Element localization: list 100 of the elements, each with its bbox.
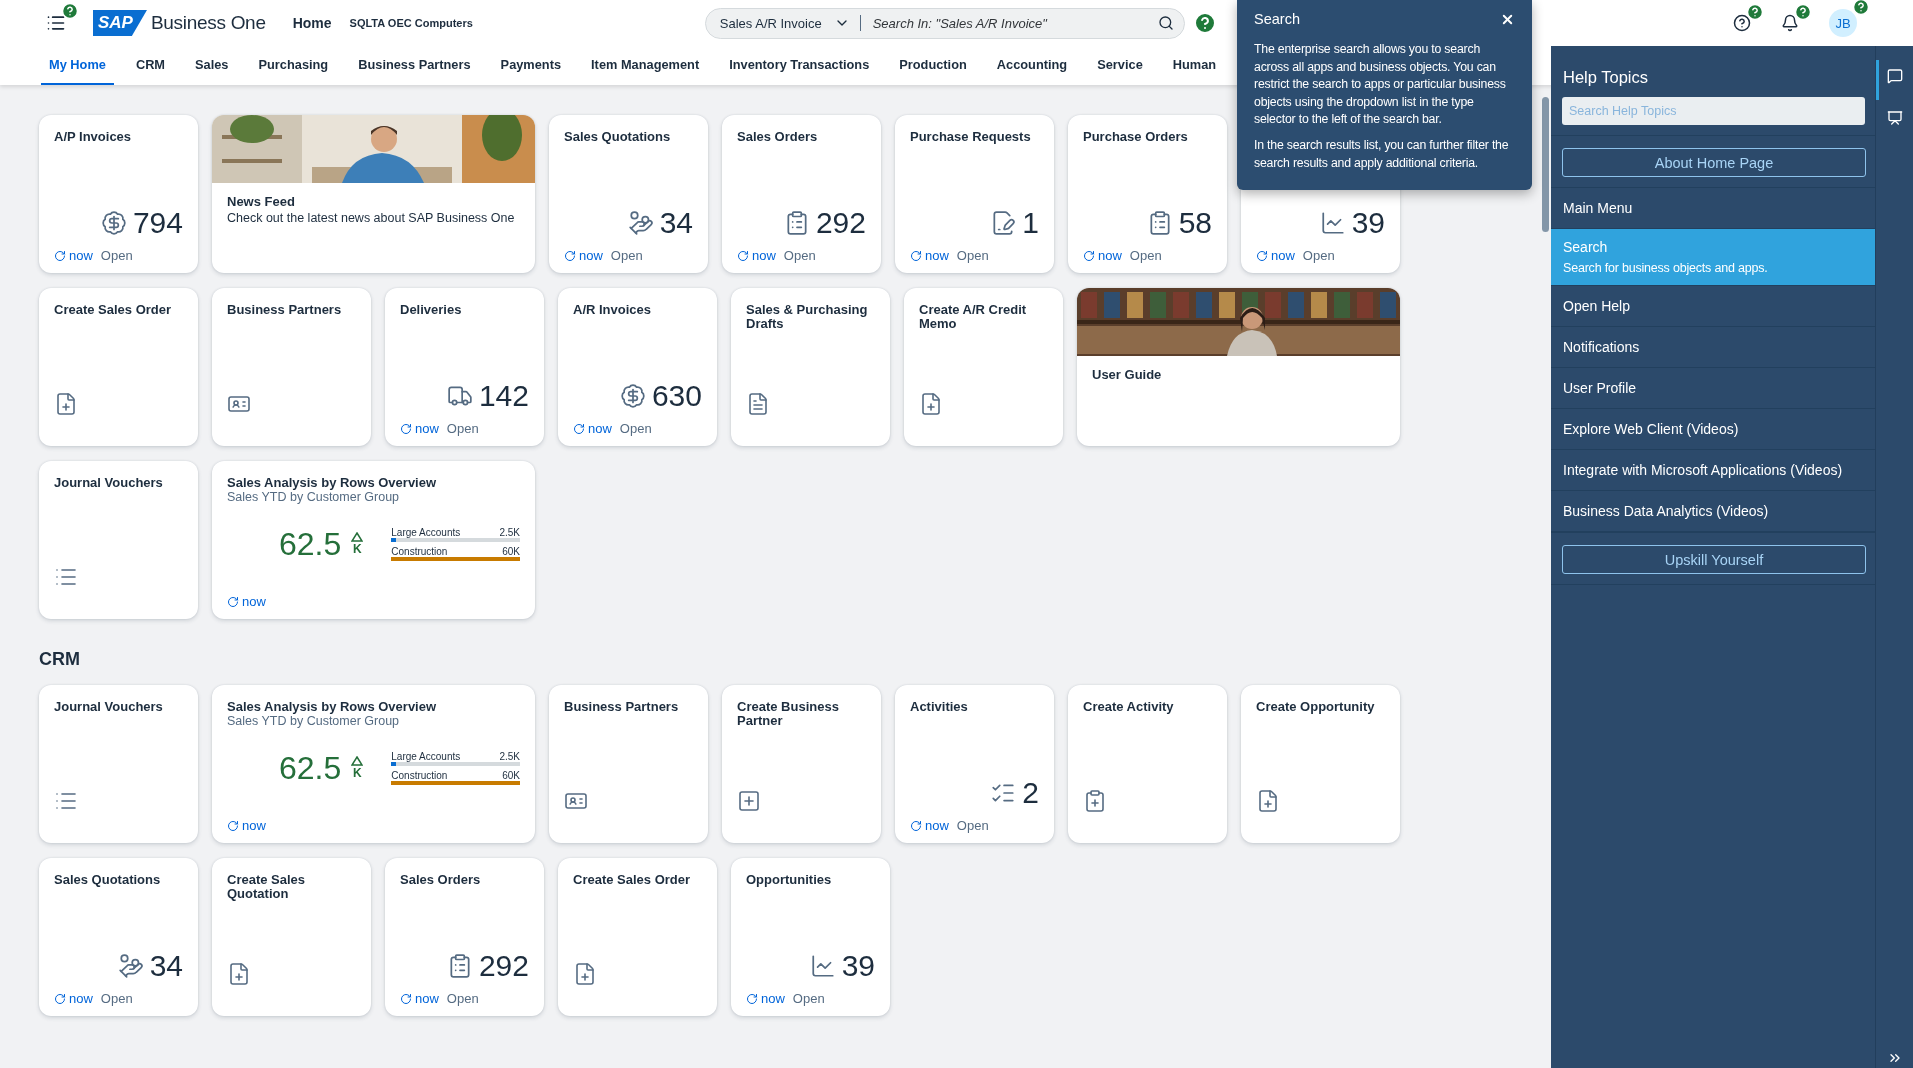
help-topic[interactable]: Open Help bbox=[1551, 286, 1875, 327]
refresh-time: now bbox=[925, 248, 949, 263]
tile-title: Create Activity bbox=[1083, 700, 1175, 714]
kpi-unit: K bbox=[352, 766, 362, 781]
help-topic[interactable]: Explore Web Client (Videos) bbox=[1551, 409, 1875, 450]
page-title: Home bbox=[292, 15, 332, 31]
help-topic[interactable]: Notifications bbox=[1551, 327, 1875, 368]
refresh-time: now bbox=[69, 248, 93, 263]
nav-tab[interactable]: My Home bbox=[41, 46, 114, 85]
tile-title: Sales Quotations bbox=[564, 130, 672, 144]
kpi-tile[interactable]: Opportunities 39 now Open bbox=[731, 858, 890, 1016]
panel-title: Help Topics bbox=[1562, 67, 1649, 88]
tile-title: Sales Orders bbox=[400, 873, 482, 887]
nav-tab[interactable]: Sales bbox=[187, 46, 237, 85]
panel-button[interactable]: About Home Page bbox=[1562, 148, 1866, 177]
tile-title: Create Business Partner bbox=[737, 700, 840, 728]
tile-title: News Feed bbox=[227, 195, 296, 209]
kpi-value: 34 bbox=[659, 206, 693, 240]
refresh-time: now bbox=[752, 248, 776, 263]
chart-tile[interactable]: Sales Analysis by Rows Overview Sales YTD by Customer Group 62.5 K Large Accounts 2.5K Construction 60K now bbox=[212, 461, 535, 619]
kpi-value: 794 bbox=[132, 206, 183, 240]
kpi-value: 1 bbox=[1022, 206, 1039, 240]
refresh-time: now bbox=[1098, 248, 1122, 263]
launch-tile[interactable]: Create Sales Order bbox=[39, 288, 198, 446]
help-topic[interactable]: User Profile bbox=[1551, 368, 1875, 409]
guide-tile[interactable]: User Guide bbox=[1077, 288, 1400, 446]
kpi-tile[interactable]: A/R Invoices 630 now Open bbox=[558, 288, 717, 446]
bar-value: 2.5K bbox=[499, 751, 520, 763]
status-label: Open bbox=[792, 991, 825, 1006]
nav-tab[interactable]: Human bbox=[1164, 46, 1225, 85]
topic-label: Integrate with Microsoft Applications (Videos) bbox=[1563, 462, 1844, 478]
logo: SAP bbox=[93, 10, 147, 36]
launch-tile[interactable]: Journal Vouchers bbox=[39, 461, 198, 619]
bar-label: Large Accounts bbox=[391, 751, 461, 763]
nav-tab[interactable]: Business Partners bbox=[350, 46, 479, 85]
tile-title: Sales & Purchasing Drafts bbox=[746, 303, 869, 331]
launch-tile[interactable]: Create Sales Quotation bbox=[212, 858, 371, 1016]
kpi-tile[interactable]: Sales Quotations 34 now Open bbox=[39, 858, 198, 1016]
kpi-tile[interactable]: Sales Orders 292 now Open bbox=[722, 115, 881, 273]
tile-title: Activities bbox=[910, 700, 969, 714]
kpi-value: 2 bbox=[1022, 776, 1039, 810]
kpi-value: 39 bbox=[1351, 206, 1385, 240]
nav-tab[interactable]: Inventory Transactions bbox=[721, 46, 878, 85]
kpi-tile[interactable]: Sales Quotations 34 now Open bbox=[549, 115, 708, 273]
tile-subtitle: Check out the latest news about SAP Business One bbox=[227, 210, 516, 225]
topic-label: Business Data Analytics (Videos) bbox=[1563, 503, 1770, 519]
launch-tile[interactable]: Create Business Partner bbox=[722, 685, 881, 843]
app-name: Business One bbox=[150, 12, 266, 34]
refresh-time: now bbox=[242, 594, 266, 609]
status-label: Open bbox=[100, 991, 133, 1006]
nav-tab[interactable]: Service bbox=[1089, 46, 1151, 85]
kpi-value: 62.5 bbox=[279, 749, 342, 787]
nav-tab[interactable]: Production bbox=[891, 46, 975, 85]
kpi-value: 39 bbox=[841, 949, 875, 983]
kpi-tile[interactable]: Sales Orders 292 now Open bbox=[385, 858, 544, 1016]
refresh-time: now bbox=[242, 818, 266, 833]
launch-tile[interactable]: Sales & Purchasing Drafts bbox=[731, 288, 890, 446]
kpi-tile[interactable]: Deliveries 142 now Open bbox=[385, 288, 544, 446]
search-bar[interactable]: Sales A/R Invoice Search In: "Sales A/R Invoice" bbox=[704, 7, 1185, 39]
panel-button[interactable]: Upskill Yourself bbox=[1562, 545, 1866, 574]
tile-title: Sales Quotations bbox=[54, 873, 162, 887]
search-field[interactable]: Search Help Topics bbox=[1562, 97, 1865, 125]
tile-title: Create Sales Order bbox=[54, 303, 173, 317]
tile-title: Create A/R Credit Memo bbox=[919, 303, 1028, 331]
refresh-time: now bbox=[588, 421, 612, 436]
kpi-tile[interactable]: Activities 2 now Open bbox=[895, 685, 1054, 843]
kpi-tile[interactable]: Purchase Orders 58 now Open bbox=[1068, 115, 1227, 273]
status-label: Open bbox=[1302, 248, 1335, 263]
nav-tab[interactable]: Accounting bbox=[988, 46, 1076, 85]
help-topic[interactable]: Integrate with Microsoft Applications (Videos) bbox=[1551, 450, 1875, 491]
nav-tab[interactable]: CRM bbox=[127, 46, 174, 85]
launch-tile[interactable]: Create Activity bbox=[1068, 685, 1227, 843]
tile-title: Create Sales Quotation bbox=[227, 873, 307, 901]
news-tile[interactable]: News Feed Check out the latest news about SAP Business One bbox=[212, 115, 535, 273]
tile-title: Journal Vouchers bbox=[54, 476, 164, 490]
launch-tile[interactable]: Create Sales Order bbox=[558, 858, 717, 1016]
launch-tile[interactable]: Business Partners bbox=[549, 685, 708, 843]
tile-title: Sales Analysis by Rows Overview bbox=[227, 476, 438, 490]
kpi-tile[interactable]: A/P Invoices 794 now Open bbox=[39, 115, 198, 273]
nav-tab[interactable]: Purchasing bbox=[250, 46, 337, 85]
nav-tab[interactable]: Item Management bbox=[583, 46, 708, 85]
status-label: Open bbox=[783, 248, 816, 263]
launch-tile[interactable]: Business Partners bbox=[212, 288, 371, 446]
help-topic[interactable]: Business Data Analytics (Videos) bbox=[1551, 491, 1875, 532]
nav-tab[interactable]: Payments bbox=[492, 46, 570, 85]
topic-label: Search bbox=[1563, 239, 1609, 255]
kpi-value: 292 bbox=[478, 949, 529, 983]
user-avatar[interactable]: JB bbox=[1829, 9, 1857, 37]
tile-title: Deliveries bbox=[400, 303, 463, 317]
search-field[interactable]: Search In: "Sales A/R Invoice" bbox=[870, 14, 1158, 32]
kpi-tile[interactable]: Purchase Requests 1 now Open bbox=[895, 115, 1054, 273]
chart-tile[interactable]: Sales Analysis by Rows Overview Sales YTD by Customer Group 62.5 K Large Accounts 2.5K Construction 60K now bbox=[212, 685, 535, 843]
launch-tile[interactable]: Create A/R Credit Memo bbox=[904, 288, 1063, 446]
status-label: Open bbox=[1129, 248, 1162, 263]
refresh-time: now bbox=[761, 991, 785, 1006]
scope-select[interactable]: Sales A/R Invoice bbox=[719, 15, 861, 31]
launch-tile[interactable]: Create Opportunity bbox=[1241, 685, 1400, 843]
status-label: Open bbox=[619, 421, 652, 436]
launch-tile[interactable]: Journal Vouchers bbox=[39, 685, 198, 843]
tile-title: Sales Orders bbox=[737, 130, 819, 144]
